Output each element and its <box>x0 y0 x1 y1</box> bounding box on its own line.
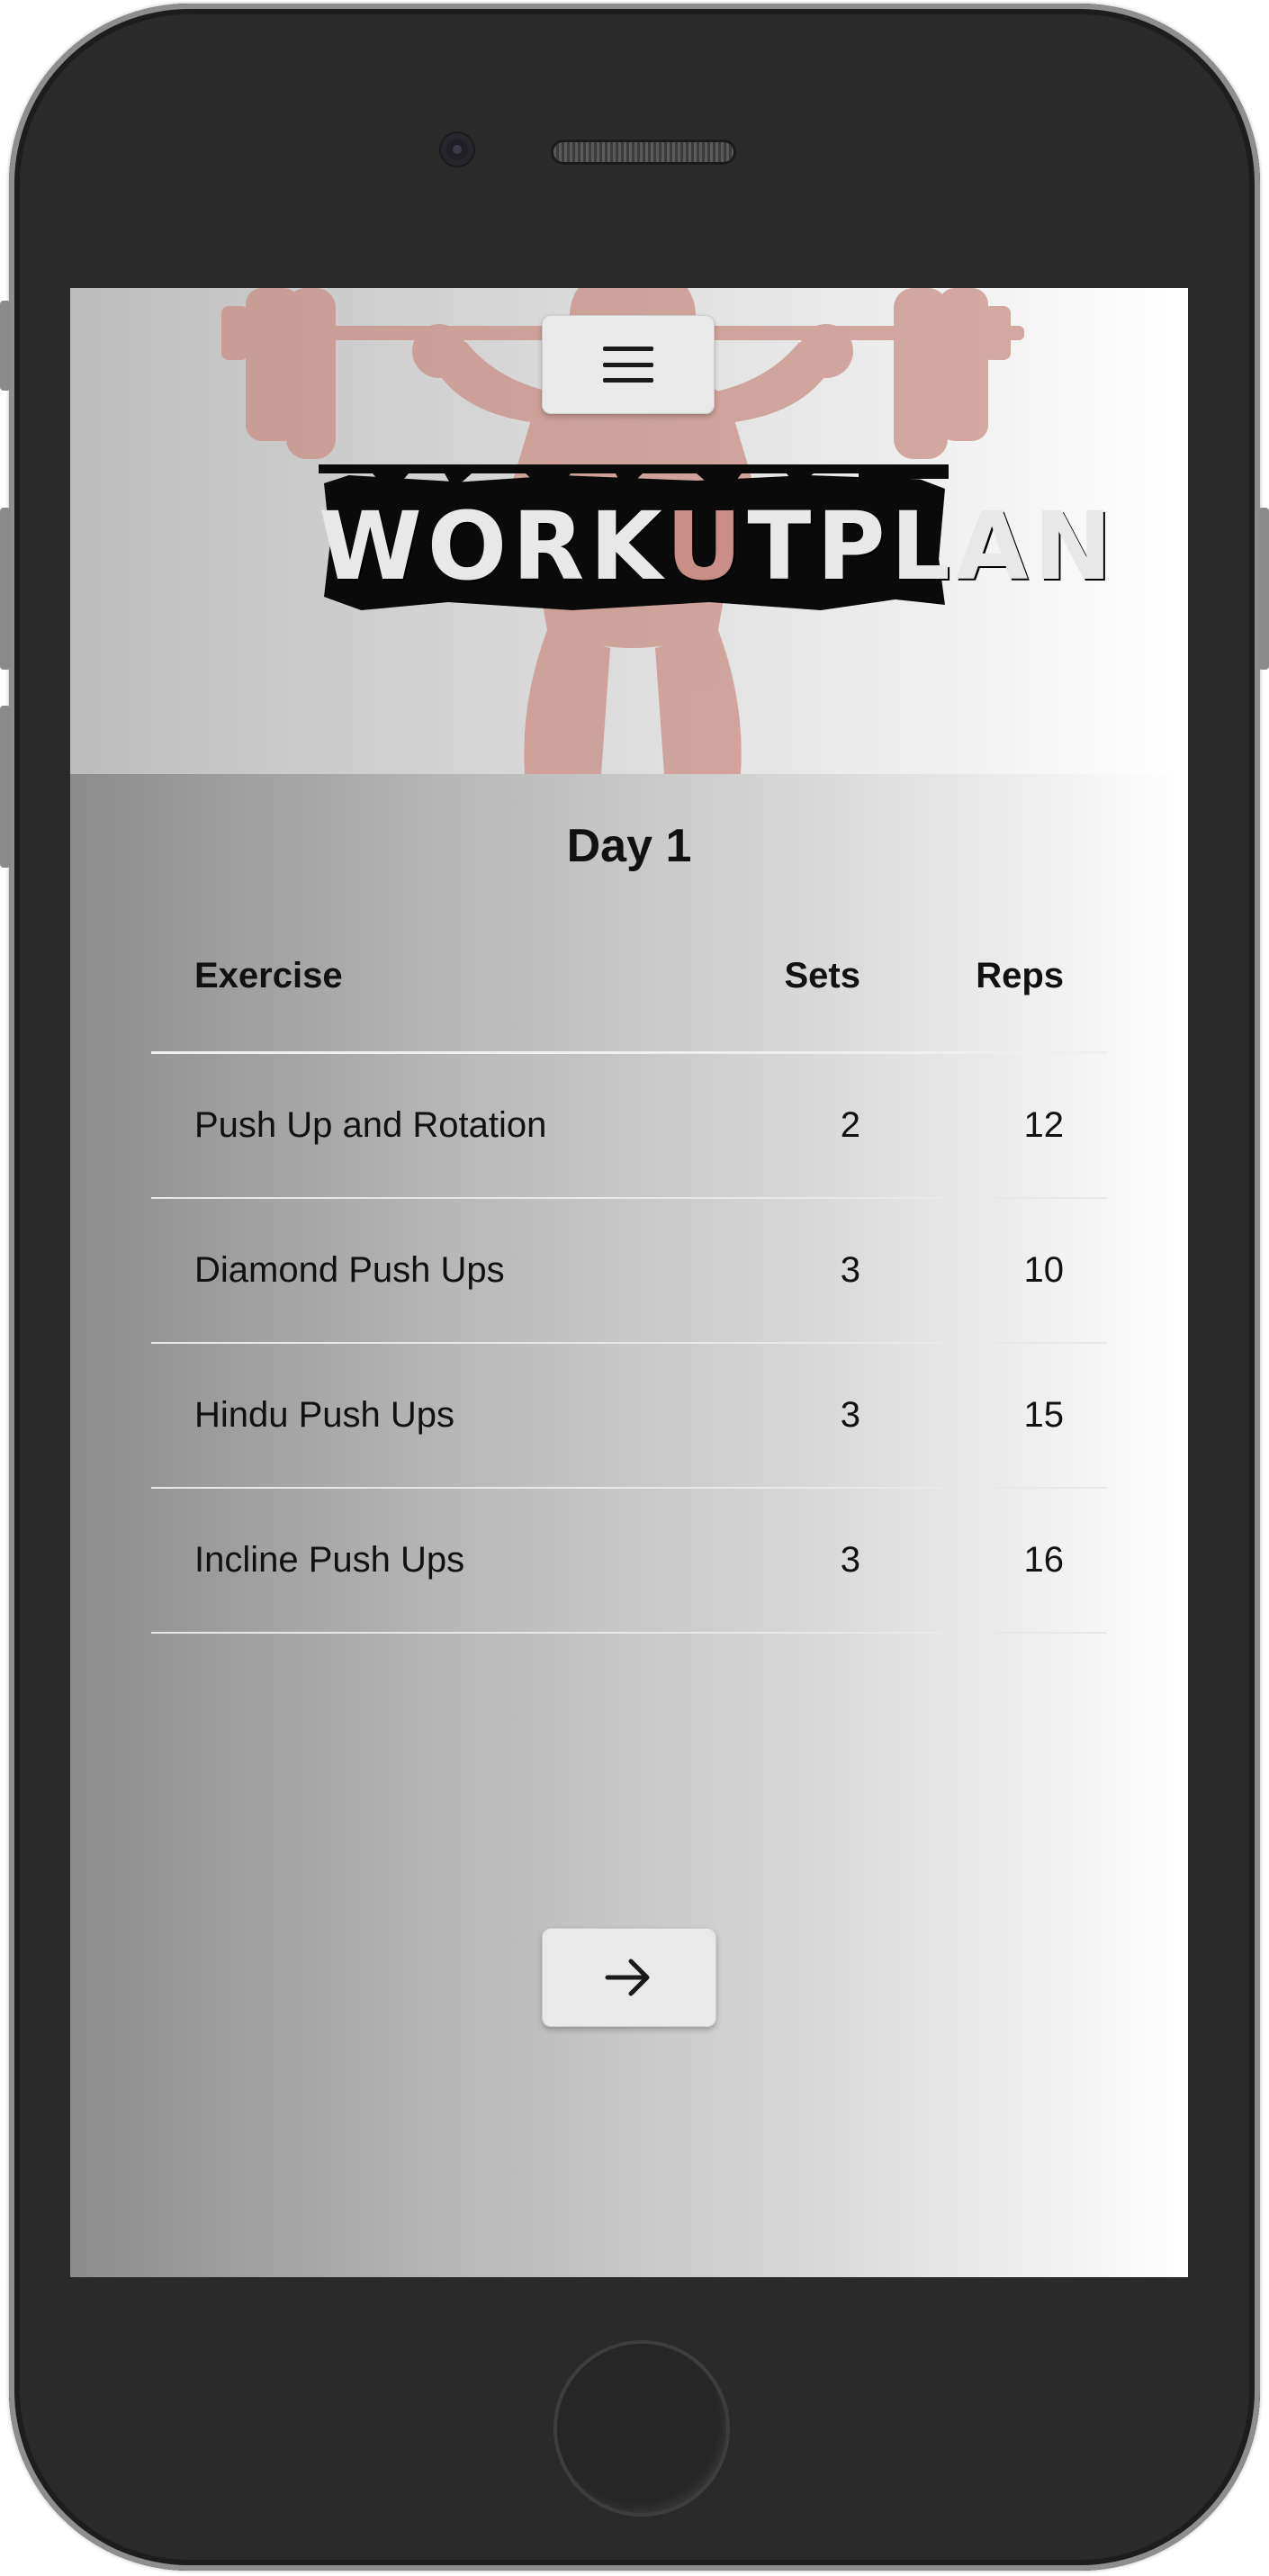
workout-plan-logo: WORKUTPLAN <box>319 464 1112 635</box>
logo-grunge-decoration <box>319 464 949 499</box>
exercise-reps: 16 <box>1023 1540 1065 1580</box>
exercise-sets: 3 <box>840 1395 860 1435</box>
power-button <box>1258 508 1269 670</box>
volume-down-button <box>0 706 11 868</box>
exercise-reps: 12 <box>1023 1105 1065 1145</box>
column-header-sets: Sets <box>784 955 861 995</box>
exercise-reps: 15 <box>1023 1395 1065 1435</box>
exercise-table: Exercise Sets Reps Push Up and Rotation … <box>151 900 1107 1634</box>
table-row: Incline Push Ups 3 16 <box>151 1488 1107 1633</box>
column-header-reps: Reps <box>976 955 1064 995</box>
exercise-sets: 3 <box>840 1540 860 1580</box>
hamburger-menu-icon <box>603 347 653 383</box>
exercise-name: Diamond Push Ups <box>194 1250 505 1290</box>
exercise-sets: 2 <box>840 1105 860 1145</box>
exercise-reps: 10 <box>1023 1250 1065 1290</box>
exercise-sets: 3 <box>840 1250 860 1290</box>
menu-button[interactable] <box>542 315 715 414</box>
next-day-button[interactable] <box>542 1928 716 2027</box>
day-title: Day 1 <box>566 820 692 872</box>
app-screen: WORKUTPLAN Day 1 Exercise Sets Reps Push… <box>70 288 1188 2277</box>
front-camera <box>441 133 473 166</box>
arrow-right-icon <box>605 1959 650 1996</box>
table-row: Push Up and Rotation 2 12 <box>151 1053 1107 1198</box>
column-header-exercise: Exercise <box>194 955 343 995</box>
earpiece-speaker <box>554 142 734 162</box>
volume-up-button <box>0 508 11 670</box>
table-header-row: Exercise Sets Reps <box>151 900 1107 1053</box>
exercise-name: Incline Push Ups <box>194 1540 465 1580</box>
exercise-name: Push Up and Rotation <box>194 1105 547 1145</box>
table-row: Hindu Push Ups 3 15 <box>151 1343 1107 1488</box>
home-button <box>554 2340 730 2517</box>
hero-banner: WORKUTPLAN <box>70 288 1188 774</box>
silent-switch <box>0 301 11 391</box>
exercise-name: Hindu Push Ups <box>194 1395 455 1435</box>
table-row: Diamond Push Ups 3 10 <box>151 1198 1107 1343</box>
